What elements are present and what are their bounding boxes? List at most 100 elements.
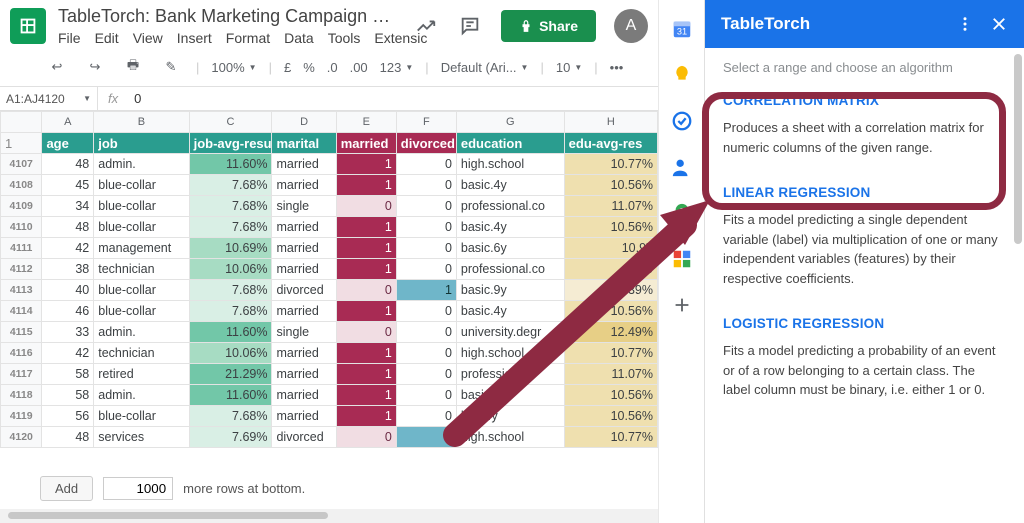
field-header[interactable]: education bbox=[456, 133, 564, 154]
cell[interactable]: 1 bbox=[396, 280, 456, 301]
maps-icon[interactable] bbox=[671, 202, 693, 224]
column-header[interactable]: H bbox=[564, 112, 657, 133]
row-number[interactable]: 4119 bbox=[1, 406, 42, 427]
algorithm-option[interactable]: CORRELATION MATRIXProduces a sheet with … bbox=[723, 93, 1006, 157]
cell[interactable]: 10.69% bbox=[189, 238, 272, 259]
cell[interactable]: married bbox=[272, 238, 336, 259]
cell[interactable]: blue-collar bbox=[94, 196, 189, 217]
table-row[interactable]: 411642technician10.06%married10high.scho… bbox=[1, 343, 658, 364]
add-rows-button[interactable]: Add bbox=[40, 476, 93, 501]
cell[interactable]: 11.07% bbox=[564, 364, 657, 385]
cell[interactable]: 0 bbox=[396, 301, 456, 322]
row-number[interactable]: 4111 bbox=[1, 238, 42, 259]
cell[interactable]: 1 bbox=[336, 175, 396, 196]
algorithm-option[interactable]: LINEAR REGRESSIONFits a model predicting… bbox=[723, 185, 1006, 288]
row-number[interactable]: 4109 bbox=[1, 196, 42, 217]
cell[interactable]: married bbox=[272, 301, 336, 322]
cell[interactable]: 48 bbox=[42, 217, 94, 238]
trend-icon[interactable] bbox=[413, 13, 439, 39]
row-number[interactable]: 4120 bbox=[1, 427, 42, 448]
cell[interactable]: 10.56% bbox=[564, 385, 657, 406]
cell[interactable]: basic.4y bbox=[456, 175, 564, 196]
number-format-dropdown[interactable]: 123 ▼ bbox=[380, 60, 414, 75]
cell[interactable]: divorced bbox=[272, 280, 336, 301]
cell[interactable]: 10.06% bbox=[189, 259, 272, 280]
horizontal-scrollbar[interactable] bbox=[0, 509, 658, 523]
cell[interactable]: 0 bbox=[396, 385, 456, 406]
cell[interactable]: blue-collar bbox=[94, 175, 189, 196]
cell[interactable]: 58 bbox=[42, 385, 94, 406]
cell[interactable]: 21.29% bbox=[189, 364, 272, 385]
cell[interactable]: single bbox=[272, 322, 336, 343]
cell[interactable]: 0 bbox=[396, 154, 456, 175]
cell[interactable]: 0 bbox=[336, 196, 396, 217]
cell[interactable]: basic.4y bbox=[456, 385, 564, 406]
field-header[interactable]: job-avg-resu bbox=[189, 133, 272, 154]
cell[interactable]: 58 bbox=[42, 364, 94, 385]
increase-decimal-button[interactable]: .00 bbox=[350, 60, 368, 75]
menu-tools[interactable]: Tools bbox=[328, 30, 361, 46]
cell[interactable]: 7.68% bbox=[189, 301, 272, 322]
cell[interactable]: 7.69% bbox=[189, 427, 272, 448]
comment-icon[interactable] bbox=[457, 13, 483, 39]
cell[interactable]: married bbox=[272, 259, 336, 280]
row-number[interactable]: 4110 bbox=[1, 217, 42, 238]
cell[interactable]: 0 bbox=[396, 238, 456, 259]
spreadsheet-grid[interactable]: ABCDEFGH1agejobjob-avg-resumaritalmarrie… bbox=[0, 111, 658, 468]
cell[interactable]: married bbox=[272, 154, 336, 175]
cell[interactable]: blue-collar bbox=[94, 301, 189, 322]
paint-format-icon[interactable]: ✎ bbox=[158, 54, 184, 80]
more-toolbar-button[interactable]: ••• bbox=[610, 60, 624, 75]
cell[interactable]: 42 bbox=[42, 238, 94, 259]
cell[interactable]: 10.56% bbox=[564, 217, 657, 238]
cell[interactable]: 7.68% bbox=[189, 280, 272, 301]
decrease-decimal-button[interactable]: .0 bbox=[327, 60, 338, 75]
cell[interactable]: 34 bbox=[42, 196, 94, 217]
table-row[interactable]: 411533admin.11.60%single00university.deg… bbox=[1, 322, 658, 343]
document-title[interactable]: TableTorch: Bank Marketing Campaign Exam… bbox=[58, 6, 401, 27]
menu-edit[interactable]: Edit bbox=[95, 30, 119, 46]
cell[interactable]: 46 bbox=[42, 301, 94, 322]
table-row[interactable]: 411238technician10.06%married10professio… bbox=[1, 259, 658, 280]
cell[interactable]: 7.68% bbox=[189, 217, 272, 238]
table-row[interactable]: 411758retired21.29%married10profession11… bbox=[1, 364, 658, 385]
cell[interactable]: 10.77% bbox=[564, 343, 657, 364]
cell[interactable]: admin. bbox=[94, 385, 189, 406]
row-number[interactable]: 4112 bbox=[1, 259, 42, 280]
menu-view[interactable]: View bbox=[133, 30, 163, 46]
cell[interactable]: retired bbox=[94, 364, 189, 385]
cell[interactable]: 11.0 bbox=[564, 259, 657, 280]
cell[interactable]: 0 bbox=[396, 322, 456, 343]
field-header[interactable]: age bbox=[42, 133, 94, 154]
keep-icon[interactable] bbox=[671, 64, 693, 86]
cell[interactable]: 33 bbox=[42, 322, 94, 343]
cell[interactable]: high.school bbox=[456, 343, 564, 364]
field-header[interactable]: married bbox=[336, 133, 396, 154]
cell[interactable]: management bbox=[94, 238, 189, 259]
cell[interactable]: blue-collar bbox=[94, 217, 189, 238]
cell[interactable]: 0 bbox=[396, 259, 456, 280]
cell[interactable]: 1 bbox=[396, 427, 456, 448]
row-number[interactable]: 4117 bbox=[1, 364, 42, 385]
cell[interactable]: professional.co bbox=[456, 259, 564, 280]
cell[interactable]: 10.77% bbox=[564, 154, 657, 175]
cell[interactable]: 10.56% bbox=[564, 175, 657, 196]
cell[interactable]: married bbox=[272, 343, 336, 364]
cell[interactable]: 0 bbox=[396, 175, 456, 196]
cell[interactable]: profession bbox=[456, 364, 564, 385]
cell[interactable]: 11.60% bbox=[189, 322, 272, 343]
cell[interactable]: 45 bbox=[42, 175, 94, 196]
cell[interactable]: 11.60% bbox=[189, 385, 272, 406]
column-header[interactable]: D bbox=[272, 112, 336, 133]
addon-menu-icon[interactable] bbox=[956, 15, 974, 33]
cell[interactable]: 40 bbox=[42, 280, 94, 301]
print-icon[interactable]: 🖶 bbox=[120, 54, 146, 80]
tabletorch-addon-icon[interactable] bbox=[671, 248, 693, 270]
addon-scrollbar[interactable] bbox=[1014, 54, 1022, 517]
share-button[interactable]: Share bbox=[501, 10, 596, 42]
cell[interactable]: admin. bbox=[94, 322, 189, 343]
cell[interactable]: 0 bbox=[396, 364, 456, 385]
column-header[interactable]: G bbox=[456, 112, 564, 133]
cell[interactable]: 10.97 bbox=[564, 238, 657, 259]
table-row[interactable]: 410934blue-collar7.68%single00profession… bbox=[1, 196, 658, 217]
